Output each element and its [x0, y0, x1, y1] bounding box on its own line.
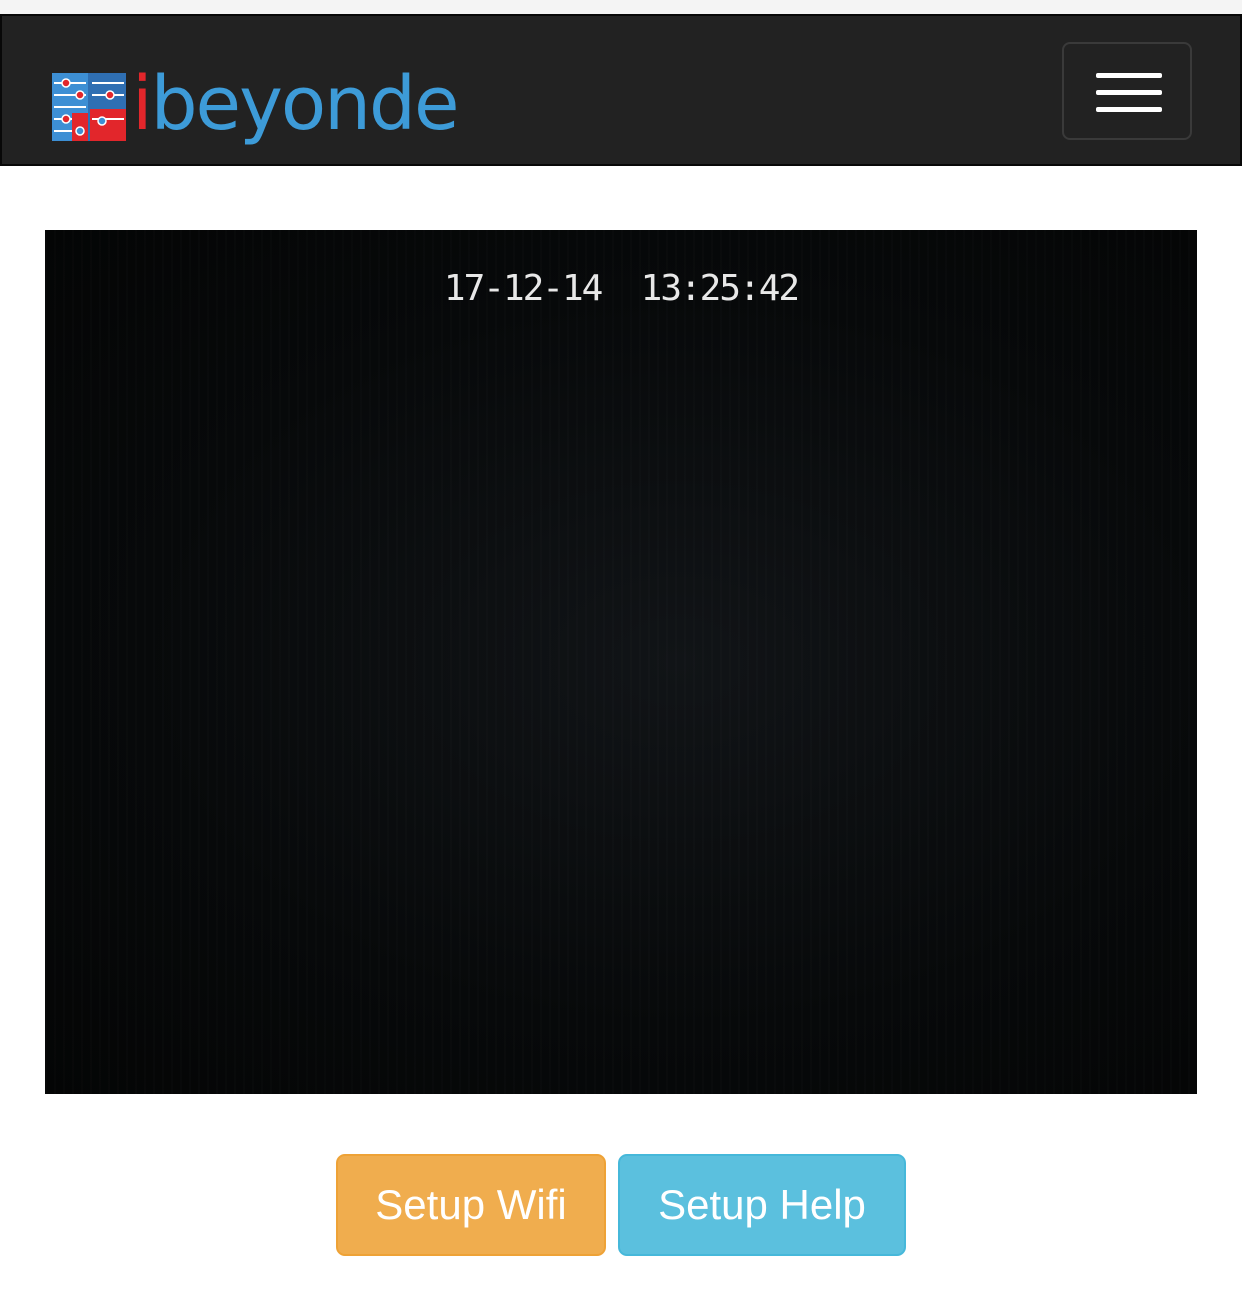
brand-name: ibeyonde: [132, 67, 460, 141]
camera-image-noise: [45, 230, 1197, 1094]
brand-logo-link[interactable]: ibeyonde: [52, 62, 460, 152]
circuit-board-logo-icon: [52, 73, 126, 141]
brand-name-first-letter: i: [132, 61, 153, 147]
camera-timestamp-overlay: 17-12-14 13:25:42: [443, 268, 800, 309]
setup-wifi-button[interactable]: Setup Wifi: [336, 1154, 606, 1256]
navbar-toggle-button[interactable]: [1062, 42, 1192, 140]
camera-live-view: 17-12-14 13:25:42: [45, 230, 1197, 1094]
navbar: ibeyonde: [0, 14, 1242, 166]
setup-help-button[interactable]: Setup Help: [618, 1154, 906, 1256]
action-buttons: Setup Wifi Setup Help: [0, 1154, 1242, 1256]
brand-name-rest: beyonde: [150, 61, 460, 147]
top-strip: [0, 0, 1242, 14]
